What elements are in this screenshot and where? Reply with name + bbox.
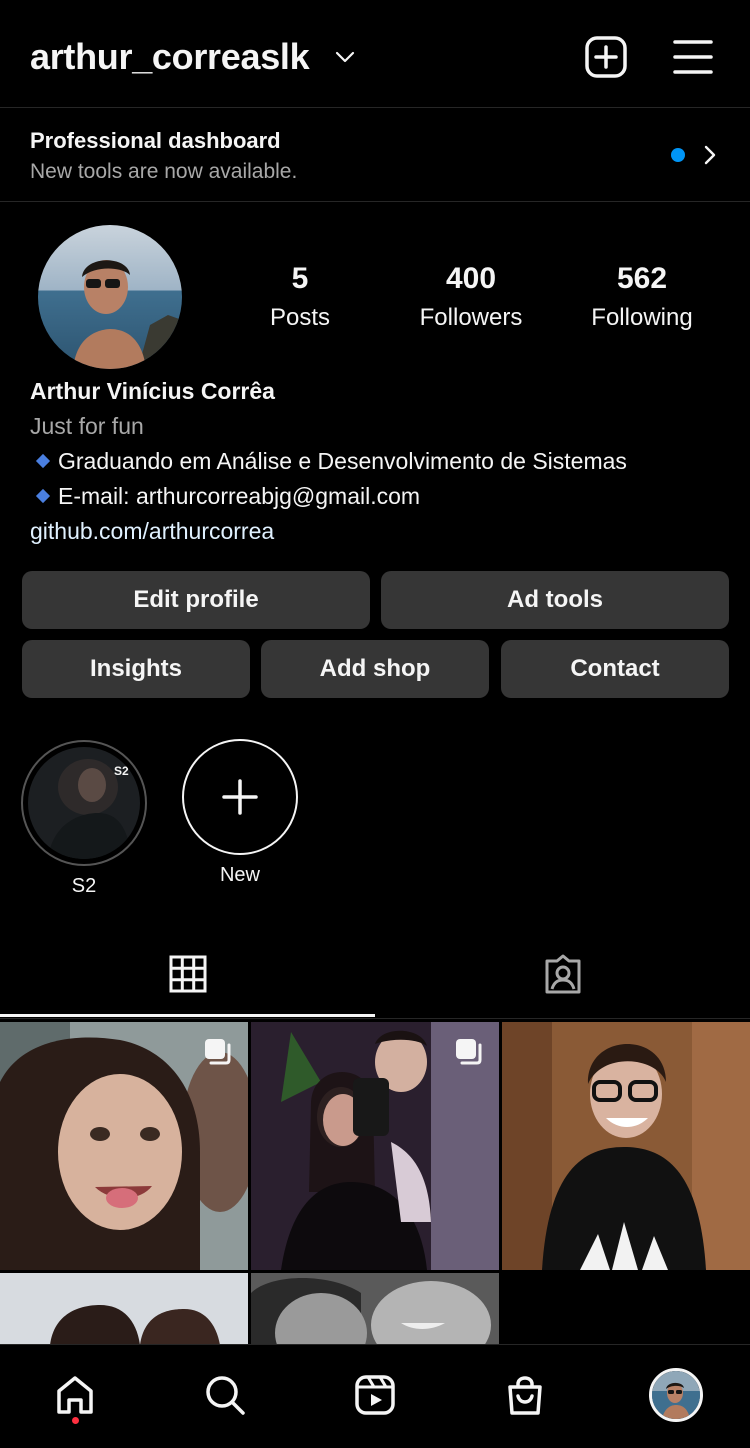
profile-name: Arthur Vinícius Corrêa — [30, 378, 275, 404]
plus-icon — [222, 779, 258, 815]
profile-tabs — [0, 935, 750, 1019]
posts-stat[interactable]: 5 Posts — [225, 262, 375, 332]
insights-button[interactable]: Insights — [22, 640, 250, 698]
home-icon — [57, 1376, 93, 1414]
chevron-right-icon — [704, 145, 716, 165]
blue-diamond-icon — [35, 453, 51, 469]
bio-text: Graduando em Análise e Desenvolvimento d… — [58, 448, 627, 474]
grid-icon — [169, 955, 207, 993]
username-title[interactable]: arthur_correaslk — [30, 36, 310, 78]
top-bar: arthur_correaslk — [0, 0, 750, 108]
nav-search[interactable] — [195, 1365, 255, 1425]
highlight-badge-text: S2 — [114, 764, 129, 778]
following-count: 562 — [616, 262, 668, 295]
nav-reels[interactable] — [345, 1365, 405, 1425]
shop-icon — [508, 1376, 542, 1415]
post-thumbnail[interactable] — [502, 1022, 750, 1270]
bio-line: E-mail: arthurcorreabjg@gmail.com — [30, 483, 420, 510]
notification-dot — [671, 148, 685, 162]
followers-stat[interactable]: 400 Followers — [396, 262, 546, 332]
multiple-posts-icon — [205, 1039, 231, 1065]
nav-home[interactable] — [45, 1365, 105, 1425]
tagged-icon — [545, 954, 581, 994]
contact-button[interactable]: Contact — [501, 640, 729, 698]
posts-label: Posts — [269, 304, 331, 331]
chevron-down-icon[interactable] — [334, 46, 356, 68]
bio-line: Graduando em Análise e Desenvolvimento d… — [30, 448, 627, 475]
dashboard-title: Professional dashboard — [30, 128, 281, 153]
nav-shop[interactable] — [495, 1365, 555, 1425]
post-thumbnail[interactable] — [0, 1022, 248, 1270]
reels-icon — [355, 1375, 395, 1415]
search-icon — [206, 1376, 245, 1415]
add-post-icon[interactable] — [584, 35, 628, 79]
followers-label: Followers — [419, 304, 523, 331]
profile-avatar[interactable] — [38, 225, 182, 369]
professional-dashboard-banner[interactable]: Professional dashboard New tools are now… — [0, 107, 750, 202]
highlight-cover: S2 — [28, 747, 140, 859]
edit-profile-button[interactable]: Edit profile — [22, 571, 370, 629]
following-stat[interactable]: 562 Following — [567, 262, 717, 332]
notification-dot — [72, 1417, 79, 1424]
highlight-label: New — [219, 864, 260, 886]
posts-count: 5 — [291, 262, 309, 295]
tab-tagged[interactable] — [375, 935, 750, 1017]
tab-posts-grid[interactable] — [0, 935, 375, 1017]
blue-diamond-icon — [35, 488, 51, 504]
add-shop-button[interactable]: Add shop — [261, 640, 489, 698]
bottom-navigation — [0, 1344, 750, 1448]
post-thumbnail[interactable] — [0, 1273, 248, 1345]
post-thumbnail[interactable] — [251, 1273, 499, 1345]
profile-link[interactable]: github.com/arthurcorrea — [30, 518, 274, 545]
dashboard-subtitle: New tools are now available. — [30, 160, 298, 183]
profile-avatar — [649, 1368, 703, 1422]
highlight-label: S2 — [71, 875, 97, 897]
nav-profile[interactable] — [646, 1365, 706, 1425]
new-highlight-button[interactable] — [182, 739, 298, 855]
following-label: Following — [591, 304, 693, 331]
followers-count: 400 — [445, 262, 497, 295]
hamburger-menu-icon[interactable] — [672, 37, 714, 77]
profile-category: Just for fun — [30, 413, 144, 439]
multiple-posts-icon — [456, 1039, 482, 1065]
post-thumbnail[interactable] — [251, 1022, 499, 1270]
ad-tools-button[interactable]: Ad tools — [381, 571, 729, 629]
bio-text: E-mail: arthurcorreabjg@gmail.com — [58, 483, 421, 509]
highlight-s2[interactable]: S2 — [21, 740, 147, 866]
